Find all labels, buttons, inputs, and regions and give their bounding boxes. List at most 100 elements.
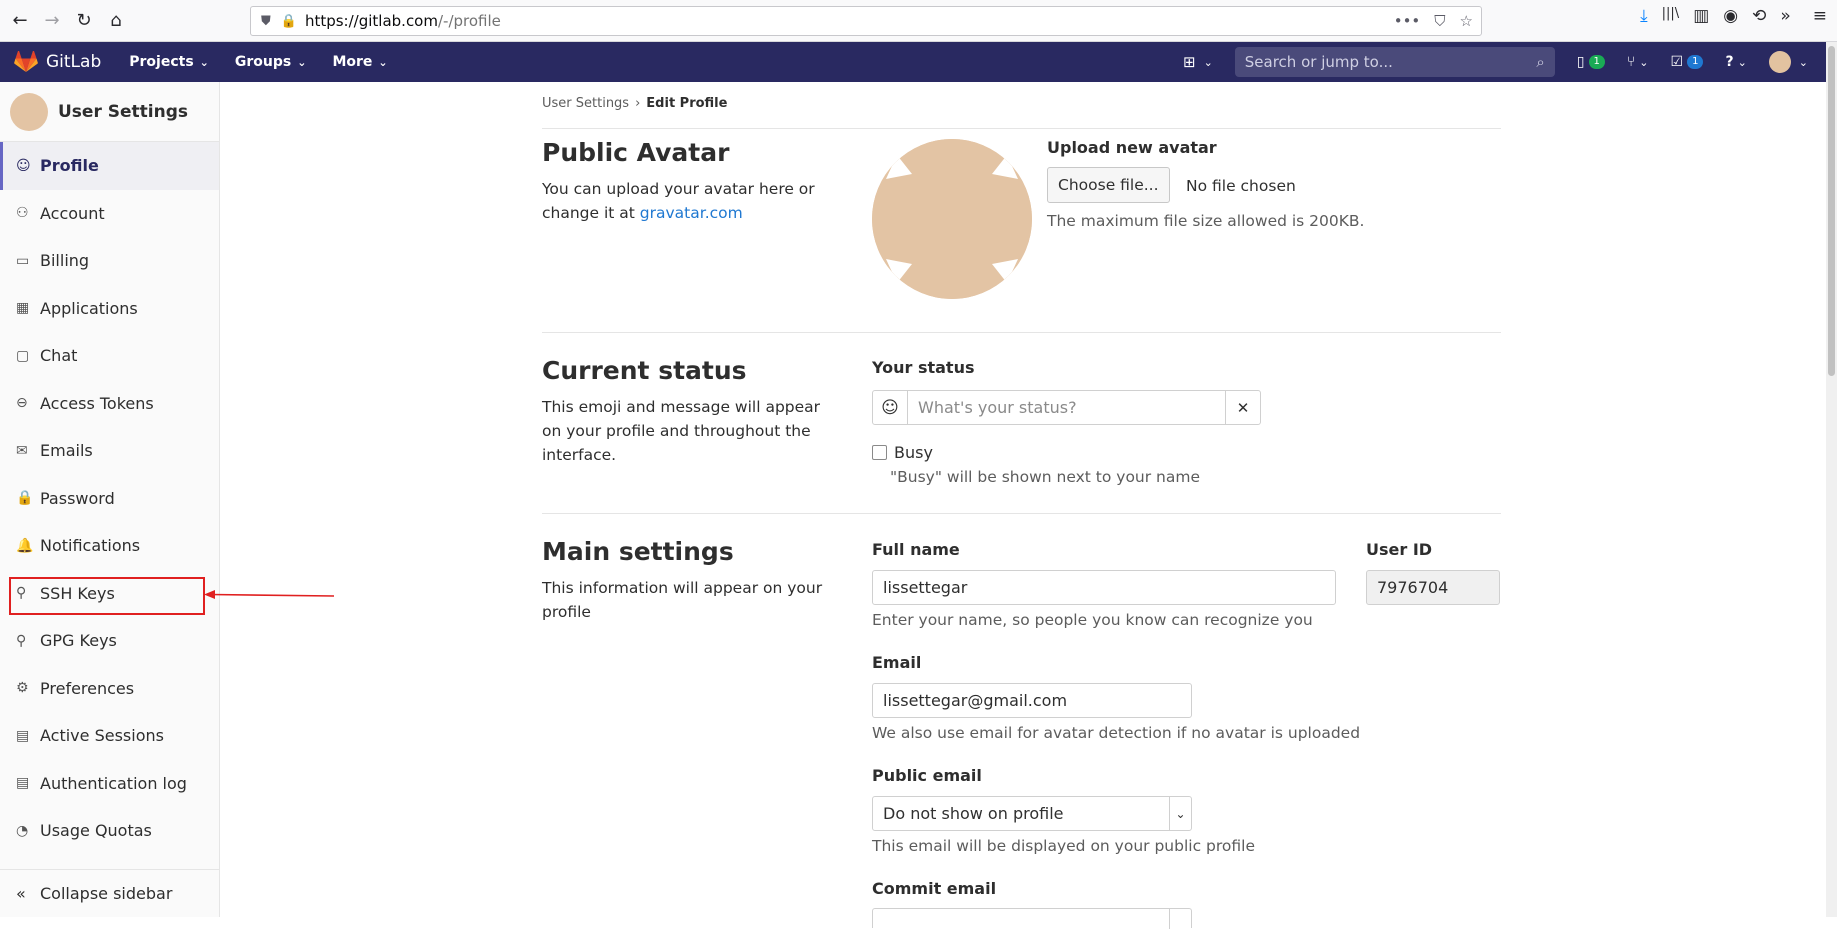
main-settings-description: This information will appear on your pro… xyxy=(542,579,823,621)
commit-email-select[interactable] xyxy=(872,908,1192,929)
status-message-input[interactable] xyxy=(908,391,1225,424)
nav-menu-more[interactable]: More ⌄ xyxy=(332,54,387,70)
preferences-icon: ⚙ xyxy=(16,680,29,697)
user-menu-dropdown[interactable]: ⌄ xyxy=(1768,51,1808,73)
divider xyxy=(542,332,1501,333)
chevron-down-icon: ⌄ xyxy=(1639,55,1649,69)
close-icon: ✕ xyxy=(1236,398,1250,417)
commit-email-label: Commit email xyxy=(872,879,997,898)
nav-menu-label: Projects xyxy=(129,54,194,70)
url-host: https://gitlab.com xyxy=(304,12,438,30)
history-icon[interactable]: ⟲ xyxy=(1752,6,1766,26)
email-label: Email xyxy=(872,653,922,672)
overflow-icon[interactable]: » xyxy=(1780,6,1790,26)
nav-menu-groups[interactable]: Groups ⌄ xyxy=(235,54,307,70)
lock-icon: 🔒 xyxy=(280,13,297,29)
gravatar-link[interactable]: gravatar.com xyxy=(640,204,743,222)
sidebar-item-label: Applications xyxy=(40,298,138,318)
issues-button[interactable]: ▯ 1 xyxy=(1577,54,1605,70)
sidebar-item-preferences[interactable]: ⚙ Preferences xyxy=(0,665,219,713)
url-text: https://gitlab.com/-/profile xyxy=(305,12,501,30)
busy-checkbox[interactable] xyxy=(872,445,887,460)
status-input-group: ☺ ✕ xyxy=(872,390,1261,425)
new-item-dropdown[interactable]: ⊞ ⌄ xyxy=(1183,53,1213,71)
sidebar-item-access-tokens[interactable]: ⊖ Access Tokens xyxy=(0,380,219,428)
todos-button[interactable]: ☑ 1 xyxy=(1671,54,1704,70)
forward-icon: → xyxy=(44,10,60,31)
sidebar-item-chat[interactable]: ▢ Chat xyxy=(0,332,219,380)
nav-right: ⊞ ⌄ Search or jump to... ⌕ ▯ 1 ⑂ ⌄ ☑ 1 ? ⌄ ⌄ xyxy=(1183,42,1826,82)
no-file-chosen-text: No file chosen xyxy=(1186,177,1296,195)
emoji-picker-button[interactable]: ☺ xyxy=(873,391,908,424)
sidebar-item-label: Account xyxy=(40,203,105,223)
merge-requests-button[interactable]: ⑂ ⌄ xyxy=(1627,54,1649,70)
library-icon[interactable]: |||\ xyxy=(1662,6,1680,26)
pocket-icon[interactable]: ⛉ xyxy=(1434,12,1445,30)
comment-icon: ▢ xyxy=(16,347,30,364)
sidebar-item-label: Billing xyxy=(40,251,90,271)
sidebar-item-account[interactable]: ⚇ Account xyxy=(0,190,219,238)
page-actions-icon[interactable]: ••• xyxy=(1394,12,1421,30)
sidebar-item-profile[interactable]: ☺ Profile xyxy=(0,142,219,190)
sidebar-item-label: Chat xyxy=(40,346,78,366)
choose-file-button[interactable]: Choose file... xyxy=(1047,167,1170,203)
sidebar-header[interactable]: User Settings xyxy=(0,82,219,142)
search-input[interactable]: Search or jump to... ⌕ xyxy=(1234,47,1555,77)
sidebar-item-gpg-keys[interactable]: ⚲ GPG Keys xyxy=(0,617,219,665)
credit-card-icon: ▭ xyxy=(16,252,30,269)
sidebar-item-notifications[interactable]: 🔔 Notifications xyxy=(0,522,219,570)
public-email-label: Public email xyxy=(872,766,982,785)
sidebar-item-password[interactable]: 🔒 Password xyxy=(0,475,219,523)
sidebar-toggle-icon[interactable]: ▥ xyxy=(1693,6,1709,26)
sidebar-item-label: Notifications xyxy=(40,536,141,556)
scrollbar-thumb[interactable] xyxy=(1828,46,1835,376)
commit-email-dropdown-toggle[interactable] xyxy=(1169,909,1191,929)
sidebar-item-label: Active Sessions xyxy=(40,726,164,746)
chevron-down-icon: ⌄ xyxy=(1798,55,1808,69)
smiley-icon: ☺ xyxy=(881,397,899,418)
public-email-selected-value: Do not show on profile xyxy=(883,804,1064,823)
section-title-main-settings: Main settings xyxy=(542,537,734,566)
downloads-icon[interactable]: ⤓ xyxy=(1640,6,1648,26)
nav-menu-projects[interactable]: Projects ⌄ xyxy=(129,54,209,70)
nav-menu-label: More xyxy=(332,54,373,70)
bell-icon: 🔔 xyxy=(16,537,34,554)
collapse-sidebar-button[interactable]: « Collapse sidebar xyxy=(0,869,220,917)
profile-icon: ☺ xyxy=(16,157,31,174)
breadcrumb-separator: › xyxy=(635,96,641,111)
email-value: lissettegar@gmail.com xyxy=(883,691,1068,710)
hamburger-menu-icon[interactable]: ≡ xyxy=(1813,6,1827,26)
forward-button[interactable]: → xyxy=(36,5,68,37)
home-button[interactable]: ⌂ xyxy=(100,5,132,37)
gitlab-logo[interactable]: GitLab xyxy=(14,51,101,73)
email-field[interactable]: lissettegar@gmail.com xyxy=(872,683,1192,718)
sidebar-item-usage-quotas[interactable]: ◔ Usage Quotas xyxy=(0,807,219,855)
sidebar-item-authentication-log[interactable]: ▤ Authentication log xyxy=(0,760,219,808)
clear-status-button[interactable]: ✕ xyxy=(1225,391,1260,424)
breadcrumb-current: Edit Profile xyxy=(646,96,728,111)
reload-button[interactable]: ↻ xyxy=(68,5,100,37)
max-file-size-help: The maximum file size allowed is 200KB. xyxy=(1047,212,1365,230)
shield-icon: ⛊ xyxy=(261,13,271,29)
bookmark-star-icon[interactable]: ☆ xyxy=(1460,12,1473,30)
sidebar-item-emails[interactable]: ✉ Emails xyxy=(0,427,219,475)
help-dropdown[interactable]: ? ⌄ xyxy=(1725,54,1746,70)
chevron-down-icon: ⌄ xyxy=(378,56,388,69)
public-email-select[interactable]: Do not show on profile ⌄ xyxy=(872,796,1192,831)
section-title-current-status: Current status xyxy=(542,356,747,385)
full-name-input[interactable]: lissettegar xyxy=(872,570,1336,605)
gitlab-navbar: GitLab Projects ⌄ Groups ⌄ More ⌄ ⊞ ⌄ Search… xyxy=(0,42,1826,82)
sidebar-item-billing[interactable]: ▭ Billing xyxy=(0,237,219,285)
url-bar[interactable]: ⛊ 🔒 https://gitlab.com/-/profile ••• ⛉ ☆ xyxy=(250,6,1482,36)
avatar-pattern xyxy=(872,139,1032,299)
sidebar-item-label: Usage Quotas xyxy=(40,821,152,841)
page-scrollbar[interactable] xyxy=(1826,42,1837,917)
sidebar-item-label: Profile xyxy=(40,156,99,176)
sidebar-item-applications[interactable]: ▦ Applications xyxy=(0,285,219,333)
breadcrumb-parent-link[interactable]: User Settings xyxy=(542,96,629,111)
avatar xyxy=(1768,51,1791,73)
settings-sidebar: User Settings ☺ Profile ⚇ Account ▭ Billing… xyxy=(0,82,220,917)
sidebar-item-active-sessions[interactable]: ▤ Active Sessions xyxy=(0,712,219,760)
firefox-account-icon[interactable]: ◉ xyxy=(1723,6,1738,26)
back-button[interactable]: ← xyxy=(4,5,36,37)
